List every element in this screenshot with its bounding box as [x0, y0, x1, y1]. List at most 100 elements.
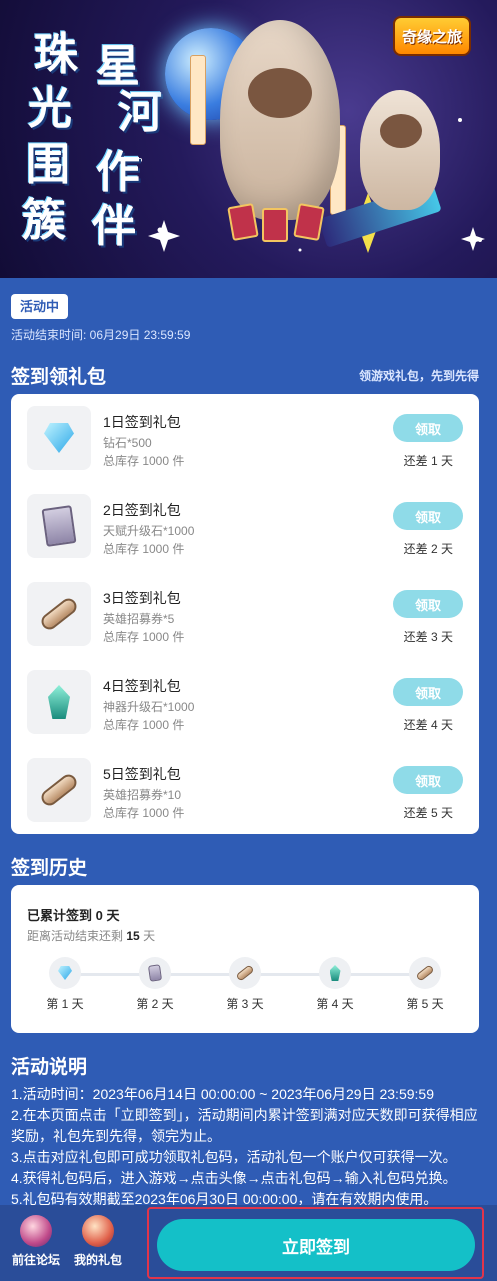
- gift-stock: 总库存 1000 件: [103, 806, 185, 820]
- banner-title-char: 簇: [22, 195, 66, 246]
- scroll-icon: [38, 771, 80, 809]
- day-label: 第 3 天: [226, 997, 264, 1011]
- event-banner: 珠 光 星 河 围 簇 作 伴 奇缘之旅: [0, 0, 497, 278]
- day-dot: [319, 957, 351, 989]
- my-gifts-nav-button[interactable]: 我的礼包: [68, 1215, 128, 1268]
- scroll-icon: [415, 964, 435, 982]
- my-gifts-avatar-icon: [82, 1215, 114, 1247]
- gift-name: 5日签到礼包: [103, 766, 181, 782]
- day-dot: [139, 957, 171, 989]
- scroll-icon: [38, 595, 80, 633]
- crystal-icon: [329, 965, 341, 981]
- gift-row: 5日签到礼包 英雄招募券*10 总库存 1000 件 领取 还差 5 天: [11, 746, 479, 834]
- card-decoration: [227, 203, 259, 241]
- signin-history-card: 已累计签到 0 天 距离活动结束还剩 15 天 第 1 天 第 2 天 第 3 …: [11, 885, 479, 1033]
- total-value: 0: [95, 908, 103, 923]
- gift-name: 4日签到礼包: [103, 678, 181, 694]
- days-left: 还差 3 天: [403, 630, 453, 644]
- rule-line: 1.活动时间：2023年06月14日 00:00:00 ~ 2023年06月29…: [11, 1086, 434, 1102]
- gift-name: 2日签到礼包: [103, 502, 181, 518]
- days-remaining: 距离活动结束还剩 15 天: [27, 927, 155, 944]
- rule-line: 3.点击对应礼包即可成功领取礼包码，活动礼包一个账户仅可获得一次。: [11, 1149, 457, 1165]
- scroll-icon: [235, 964, 255, 982]
- diamond-icon: [44, 423, 74, 453]
- gift-stock: 总库存 1000 件: [103, 630, 185, 644]
- day-dot: [409, 957, 441, 989]
- rule-line: 4.获得礼包码后，进入游戏→点击头像→点击礼包码→输入礼包码兑换。: [11, 1170, 457, 1186]
- gift-name: 1日签到礼包: [103, 414, 181, 430]
- banner-title-char: 伴: [92, 201, 136, 252]
- cat-character-illustration: [220, 20, 340, 220]
- talent-book-icon: [41, 505, 77, 547]
- banner-title-char: 光: [28, 83, 72, 134]
- total-signin-days: 已累计签到 0 天: [27, 905, 120, 924]
- cat-character-illustration: [360, 90, 440, 210]
- gift-row: 1日签到礼包 钻石*500 总库存 1000 件 领取 还差 1 天: [11, 394, 479, 482]
- gift-row: 4日签到礼包 神器升级石*1000 总库存 1000 件 领取 还差 4 天: [11, 658, 479, 746]
- gift-desc: 神器升级石*1000: [103, 700, 195, 714]
- signin-gifts-title: 签到领礼包: [11, 367, 107, 388]
- remain-unit: 天: [143, 929, 156, 943]
- event-rules-title: 活动说明: [11, 1057, 88, 1078]
- gift-desc: 英雄招募券*10: [103, 788, 182, 802]
- day-label: 第 2 天: [136, 997, 174, 1011]
- day-label: 第 5 天: [406, 997, 444, 1011]
- timeline-day: 第 2 天: [125, 957, 185, 1012]
- remain-label: 距离活动结束还剩: [27, 929, 124, 943]
- claim-button[interactable]: 领取: [393, 766, 463, 794]
- gift-stock: 总库存 1000 件: [103, 542, 185, 556]
- day-label: 第 4 天: [316, 997, 354, 1011]
- timeline-day: 第 3 天: [215, 957, 275, 1012]
- my-gifts-label: 我的礼包: [73, 1253, 122, 1267]
- timeline-day: 第 5 天: [395, 957, 455, 1012]
- day-dot: [229, 957, 261, 989]
- total-unit: 天: [106, 908, 120, 923]
- forum-label: 前往论坛: [11, 1253, 60, 1267]
- gift-stock: 总库存 1000 件: [103, 454, 185, 468]
- talent-book-icon: [147, 964, 163, 982]
- gift-row: 3日签到礼包 英雄招募券*5 总库存 1000 件 领取 还差 3 天: [11, 570, 479, 658]
- day-dot: [49, 957, 81, 989]
- days-left: 还差 5 天: [403, 806, 453, 820]
- days-left: 还差 1 天: [403, 454, 453, 468]
- claim-button[interactable]: 领取: [393, 502, 463, 530]
- gift-icon-box: [27, 758, 91, 822]
- forum-avatar-icon: [20, 1215, 52, 1247]
- gift-icon-box: [27, 406, 91, 470]
- signin-gift-list: 1日签到礼包 钻石*500 总库存 1000 件 领取 还差 1 天 2日签到礼…: [11, 394, 479, 834]
- card-decoration: [262, 208, 288, 242]
- day-label: 第 1 天: [46, 997, 84, 1011]
- status-badge: 活动中: [11, 294, 69, 319]
- claim-button[interactable]: 领取: [393, 590, 463, 618]
- gift-stock: 总库存 1000 件: [103, 718, 185, 732]
- event-end-time: 活动结束时间: 06月29日 23:59:59: [11, 328, 191, 342]
- rule-line: 2.在本页面点击「立即签到」，活动期间内累计签到满对应天数即可获得相应奖励，礼包…: [11, 1107, 478, 1144]
- total-label: 已累计签到: [27, 908, 93, 923]
- banner-title-char: 围: [26, 139, 70, 190]
- gift-icon-box: [27, 582, 91, 646]
- event-rules-text: 1.活动时间：2023年06月14日 00:00:00 ~ 2023年06月29…: [11, 1084, 485, 1210]
- gift-icon-box: [27, 670, 91, 734]
- gift-icon-box: [27, 494, 91, 558]
- signin-gifts-subtitle: 领游戏礼包，先到先得: [358, 369, 479, 383]
- gift-desc: 天赋升级石*1000: [103, 524, 195, 538]
- remain-value: 15: [126, 929, 140, 943]
- hanging-tag-decoration: [190, 55, 206, 145]
- gift-name: 3日签到礼包: [103, 590, 181, 606]
- gift-row: 2日签到礼包 天赋升级石*1000 总库存 1000 件 领取 还差 2 天: [11, 482, 479, 570]
- banner-title-char: 河: [118, 87, 162, 138]
- timeline-day: 第 1 天: [35, 957, 95, 1012]
- days-left: 还差 4 天: [403, 718, 453, 732]
- game-logo: 奇缘之旅: [393, 16, 471, 56]
- days-left: 还差 2 天: [403, 542, 453, 556]
- checkin-now-button[interactable]: 立即签到: [157, 1219, 475, 1271]
- diamond-icon: [58, 966, 72, 980]
- claim-button[interactable]: 领取: [393, 678, 463, 706]
- gift-desc: 英雄招募券*5: [103, 612, 175, 626]
- timeline-day: 第 4 天: [305, 957, 365, 1012]
- crystal-icon: [48, 685, 70, 719]
- gift-desc: 钻石*500: [103, 436, 152, 450]
- forum-nav-button[interactable]: 前往论坛: [6, 1215, 66, 1268]
- signin-history-title: 签到历史: [11, 858, 88, 879]
- claim-button[interactable]: 领取: [393, 414, 463, 442]
